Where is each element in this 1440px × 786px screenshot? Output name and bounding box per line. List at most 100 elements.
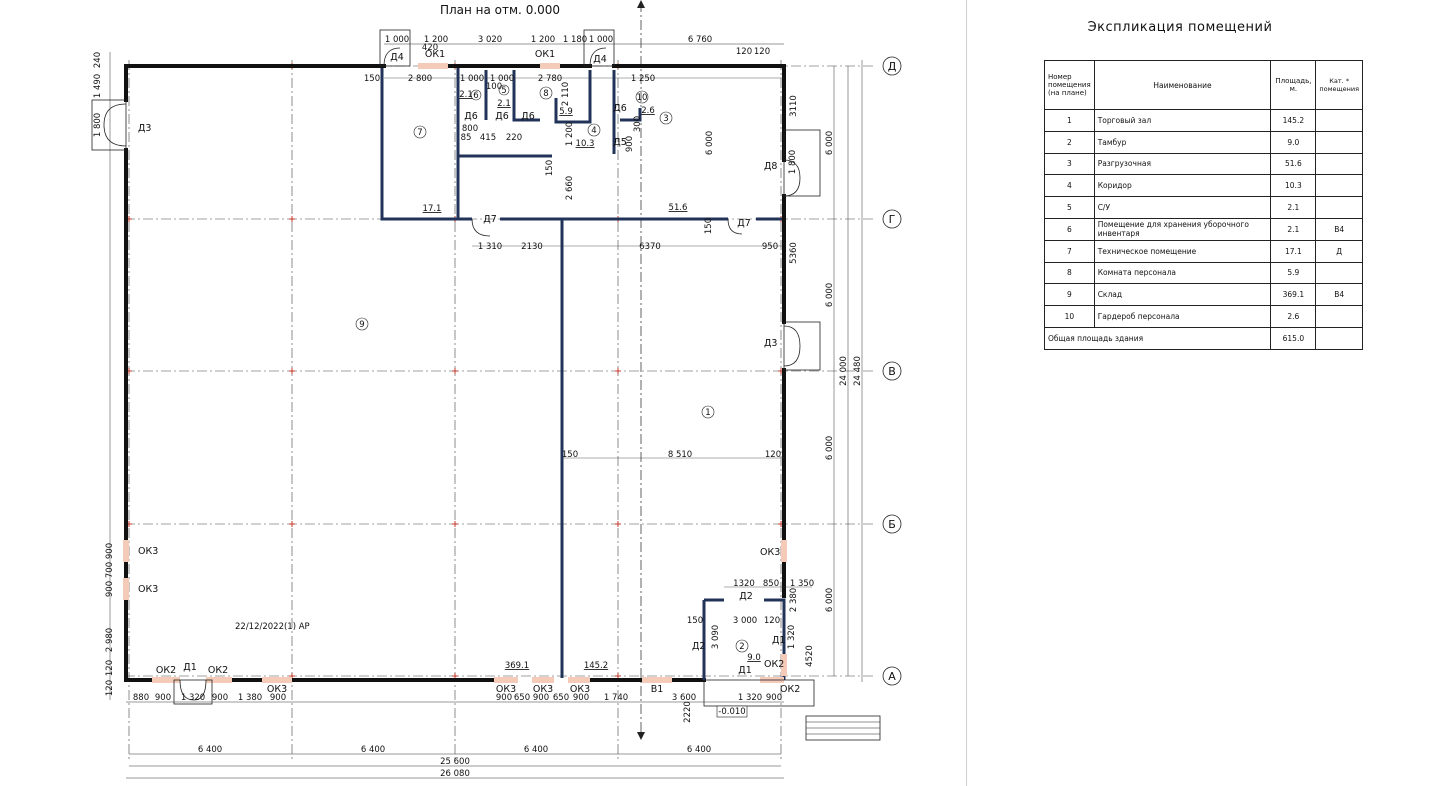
dim-top-i: 120 bbox=[736, 47, 752, 57]
room-area-9: 369.1 bbox=[505, 661, 529, 671]
room-num-8: 8 bbox=[543, 89, 548, 99]
dim-bottom-6: 900 bbox=[496, 693, 512, 703]
row-name: Тамбур bbox=[1093, 130, 1272, 154]
dim-bottom-9: 650 bbox=[553, 693, 569, 703]
dim-top-a: 1 000 bbox=[385, 35, 409, 45]
explication-title: Экспликация помещений bbox=[1087, 20, 1273, 35]
dim-inner-r5: 2 780 bbox=[538, 74, 562, 84]
header-name: Наименование bbox=[1093, 60, 1272, 110]
dim-axis-1: 6 400 bbox=[198, 745, 222, 755]
room-area-8: 5.9 bbox=[559, 107, 573, 117]
dim-inner-r19: 5360 bbox=[789, 242, 799, 264]
window-ok3-b bbox=[494, 677, 518, 683]
room-area-1: 145.2 bbox=[584, 661, 608, 671]
total-row: Общая площадь здания 615.0 bbox=[1043, 326, 1363, 350]
label-d1-c: Д1 bbox=[738, 665, 751, 676]
label-ok3-right: ОК3 bbox=[760, 547, 780, 558]
elevation-mark: -0.010 bbox=[718, 707, 745, 717]
row-cat bbox=[1315, 174, 1363, 198]
dim-bottom-4: 1 380 bbox=[238, 693, 262, 703]
room-num-4: 4 bbox=[591, 126, 596, 136]
window-ok3-right bbox=[781, 540, 787, 562]
dim-right-overall: 24 480 bbox=[853, 356, 863, 386]
dim-inner-r37: 120 bbox=[765, 450, 781, 460]
dim-inner-r14: 6 000 bbox=[705, 131, 715, 155]
dim-right-2: 6 000 bbox=[825, 283, 835, 307]
dim-left-7: 120 bbox=[105, 660, 115, 676]
dim-inner-r13: 2 660 bbox=[565, 176, 575, 200]
row-area: 10.3 bbox=[1270, 174, 1317, 198]
row-area: 9.0 bbox=[1270, 130, 1317, 154]
row-num: 4 bbox=[1044, 174, 1095, 198]
window-ok1-b bbox=[540, 63, 560, 69]
dim-inner-r12: 1 200 bbox=[565, 122, 575, 146]
label-ok1-b: ОК1 bbox=[535, 49, 555, 60]
dim-top-j: 420 bbox=[422, 43, 438, 53]
door-d3-right bbox=[783, 321, 821, 371]
room-num-6: 6 bbox=[473, 91, 478, 101]
dim-top-h: 120 bbox=[754, 47, 770, 57]
room-area-3: 51.6 bbox=[669, 203, 688, 213]
dim-inner-r22: 1320 bbox=[733, 579, 755, 589]
row-area: 2.6 bbox=[1270, 305, 1317, 328]
window-ok3-left-a bbox=[123, 540, 129, 562]
dim-right-total: 24 000 bbox=[839, 356, 849, 386]
ramp-hatch bbox=[806, 721, 880, 735]
room-num-7: 7 bbox=[417, 128, 422, 138]
table-row: 9 Склад 369.1 В4 bbox=[1044, 283, 1363, 307]
row-cat bbox=[1315, 152, 1363, 176]
dim-inner-r31: 2 110 bbox=[561, 82, 571, 106]
axis-label-d: Д bbox=[888, 60, 897, 73]
window-ok3-a bbox=[262, 677, 292, 683]
dim-inner-r4: 1 000 bbox=[490, 74, 514, 84]
dim-axis-4: 6 400 bbox=[687, 745, 711, 755]
dim-inner-r20: 3110 bbox=[789, 95, 799, 117]
dim-inner-r36: 150 bbox=[545, 160, 555, 176]
door-d3-top-arc bbox=[103, 103, 127, 147]
dim-left-6: 2 980 bbox=[105, 628, 115, 652]
dim-inner-r9: 415 bbox=[480, 133, 496, 143]
row-name: Помещение для хранения уборочного инвент… bbox=[1093, 217, 1272, 241]
left-dimensions: 240 1 490 1 800 900 700 900 2 980 120 12… bbox=[93, 52, 115, 700]
total-value: 615.0 bbox=[1270, 326, 1317, 350]
dim-top-e: 1 180 bbox=[563, 35, 587, 45]
label-d3-b: Д3 bbox=[764, 338, 777, 349]
room-area-6: 2.1 bbox=[459, 90, 473, 100]
dim-top-g: 6 760 bbox=[688, 35, 712, 45]
dim-inner-r1: 2 800 bbox=[408, 74, 432, 84]
dim-left-2: 1 800 bbox=[93, 113, 103, 137]
room-area-2: 9.0 bbox=[747, 653, 761, 663]
label-ok2-bottom: ОК2 bbox=[780, 684, 800, 695]
dim-inner-r7: 150 bbox=[364, 74, 380, 84]
row-num: 2 bbox=[1044, 130, 1095, 154]
window-ok3-c bbox=[532, 677, 554, 683]
opening-labels: ОК1 ОК1 Д4 Д4 Д3 Д8 Д3 Д7 Д7 Д6 Д6 Д6 Д6… bbox=[138, 49, 800, 695]
dim-right-1: 6 000 bbox=[825, 131, 835, 155]
row-area: 51.6 bbox=[1270, 152, 1317, 176]
row-num: 5 bbox=[1044, 196, 1095, 219]
dim-inner-r6: 1 250 bbox=[631, 74, 655, 84]
table-row: 1 Торговый зал 145.2 bbox=[1044, 109, 1363, 132]
dim-left-3: 900 bbox=[105, 543, 115, 559]
inner-dimensions: 2 800 1 000 100 1 000 2 780 1 250 150 80… bbox=[364, 74, 815, 723]
row-name: Гардероб персонала bbox=[1093, 305, 1272, 328]
label-d1-a: Д1 bbox=[183, 662, 196, 673]
row-area: 2.1 bbox=[1270, 196, 1317, 219]
room-area-10: 2.6 bbox=[641, 106, 655, 116]
label-d2-a: Д2 bbox=[739, 591, 752, 602]
dim-inner-r36c: 150 bbox=[562, 450, 578, 460]
room-markers: 1 145.2 2 9.0 3 51.6 4 10.3 5 2.1 6 2.1 … bbox=[355, 84, 761, 671]
section-arrow-top bbox=[637, 0, 645, 8]
label-d3-a: Д3 bbox=[138, 123, 151, 134]
total-label: Общая площадь здания bbox=[1043, 326, 1272, 350]
date-stamp: 22/12/2022(1) АР bbox=[235, 622, 310, 632]
dim-left-1: 1 490 bbox=[93, 74, 103, 98]
dim-bottom-1: 900 bbox=[155, 693, 171, 703]
dim-bottom-7: 650 bbox=[514, 693, 530, 703]
table-row: 8 Комната персонала 5.9 bbox=[1044, 261, 1363, 285]
axis-label-b: Б bbox=[888, 518, 896, 531]
dim-left-0: 240 bbox=[93, 52, 103, 68]
room-num-10: 10 bbox=[637, 93, 648, 103]
row-name: С/У bbox=[1093, 196, 1272, 219]
dim-bottom-10: 900 bbox=[573, 693, 589, 703]
